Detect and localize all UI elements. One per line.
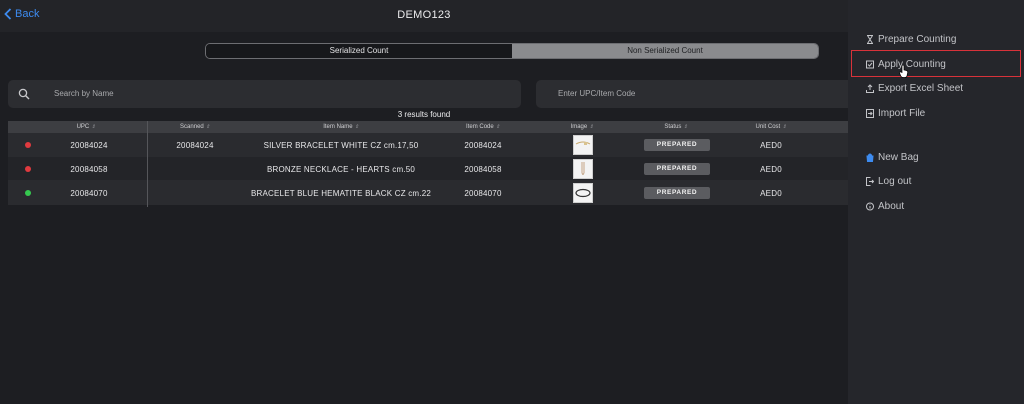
col-image[interactable]: Image ⇕ (571, 124, 594, 130)
cell-upc: 20084070 (70, 189, 108, 198)
status-dot (25, 142, 31, 148)
table-row[interactable]: 20084070 BRACELET BLUE HEMATITE BLACK CZ… (8, 181, 848, 205)
menu-item-label: Log out (878, 175, 912, 187)
menu-item-new-bag[interactable]: New Bag (866, 149, 919, 165)
main-panel: Back DEMO123 Serialized Count Non Serial… (0, 0, 848, 404)
col-upc[interactable]: UPC ⇕ (77, 124, 96, 130)
cell-scanned: 20084024 (176, 141, 214, 150)
cell-item-code: 20084058 (464, 165, 502, 174)
upload-icon (866, 83, 874, 93)
menu-item-export-excel-sheet[interactable]: Export Excel Sheet (866, 80, 963, 96)
menu-item-label: Prepare Counting (878, 33, 957, 45)
cell-item-name: SILVER BRACELET WHITE CZ cm.17,50 (263, 141, 419, 150)
cell-item-code: 20084070 (464, 189, 502, 198)
cell-item-name: BRACELET BLUE HEMATITE BLACK CZ cm.22 (250, 189, 432, 198)
items-table: UPC ⇕ Scanned ⇕ Item Name ⇕ Item Code ⇕ Imag… (8, 121, 848, 205)
menu-item-import-file[interactable]: Import File (866, 105, 925, 121)
col-item-name[interactable]: Item Name ⇕ (323, 124, 359, 130)
selection-highlight (851, 50, 1021, 77)
top-bar: Back DEMO123 (0, 0, 848, 32)
status-dot (25, 190, 31, 196)
cell-upc: 20084058 (70, 165, 108, 174)
table-header: UPC ⇕ Scanned ⇕ Item Name ⇕ Item Code ⇕ Imag… (8, 121, 848, 133)
cell-item-name: BRONZE NECKLACE - HEARTS cm.50 (266, 165, 416, 174)
upc-item-code-input[interactable]: Enter UPC/Item Code (536, 80, 848, 108)
status-badge: PREPARED (644, 163, 710, 175)
necklace-photo-icon[interactable] (573, 159, 593, 179)
column-divider (147, 121, 148, 207)
count-type-segmented-control: Serialized Count Non Serialized Count (205, 43, 819, 59)
hourglass-icon (866, 34, 874, 44)
tab-non-serialized-count[interactable]: Non Serialized Count (512, 44, 818, 58)
menu-item-label: About (878, 200, 905, 212)
page-title: DEMO123 (397, 9, 451, 21)
import-icon (866, 108, 874, 118)
col-status[interactable]: Status ⇕ (664, 124, 687, 130)
col-item-code[interactable]: Item Code ⇕ (466, 124, 500, 130)
menu-item-log-out[interactable]: Log out (866, 173, 911, 189)
col-scanned[interactable]: Scanned ⇕ (180, 124, 210, 130)
info-icon (866, 202, 874, 211)
search-by-name-input[interactable]: Search by Name (8, 80, 521, 108)
menu-item-label: Export Excel Sheet (878, 82, 964, 94)
table-row[interactable]: 20084024 20084024 SILVER BRACELET WHITE … (8, 133, 848, 157)
cell-unit-cost: AED0 (760, 189, 782, 198)
menu-item-label: New Bag (878, 151, 919, 163)
menu-item-label: Import File (878, 107, 926, 119)
cell-unit-cost: AED0 (760, 165, 782, 174)
bracelet-photo-icon[interactable] (573, 135, 593, 155)
search-icon (18, 88, 30, 100)
menu-item-about[interactable]: About (866, 198, 904, 214)
table-row[interactable]: 20084058 BRONZE NECKLACE - HEARTS cm.50 … (8, 157, 848, 181)
hand-cursor-icon (899, 65, 909, 78)
search-placeholder: Search by Name (54, 89, 114, 98)
results-count: 3 results found (397, 110, 451, 119)
status-badge: PREPARED (644, 139, 710, 151)
bangle-photo-icon[interactable] (573, 183, 593, 203)
bag-icon (866, 153, 874, 162)
col-unit-cost[interactable]: Unit Cost ⇕ (756, 124, 787, 130)
status-badge: PREPARED (644, 187, 710, 199)
logout-icon (866, 176, 874, 186)
menu-item-prepare-counting[interactable]: Prepare Counting (866, 31, 956, 47)
upc-placeholder: Enter UPC/Item Code (558, 89, 636, 98)
cell-item-code: 20084024 (464, 141, 502, 150)
cell-unit-cost: AED0 (760, 141, 782, 150)
cell-upc: 20084024 (70, 141, 108, 150)
status-dot (25, 166, 31, 172)
tab-serialized-count[interactable]: Serialized Count (206, 44, 512, 58)
